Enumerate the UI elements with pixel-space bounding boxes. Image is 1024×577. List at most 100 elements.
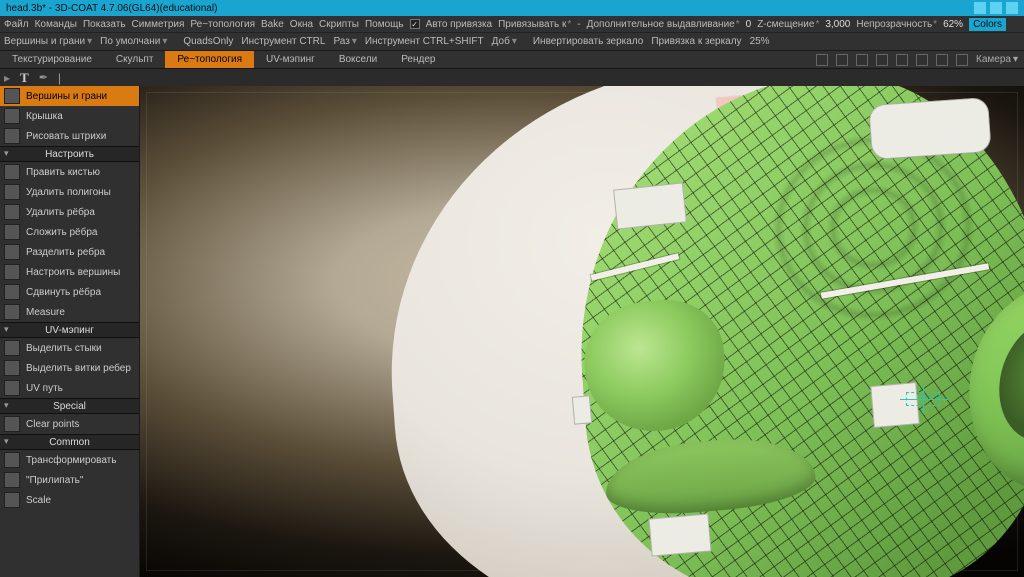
close-button[interactable]: [1006, 2, 1018, 14]
head-model: [350, 86, 1024, 577]
tool-label: Трансформировать: [26, 455, 116, 466]
zoffset-value[interactable]: 3,000: [825, 19, 850, 30]
tool-brush-edit[interactable]: Править кистью: [0, 162, 139, 182]
curve-tool-icon[interactable]: ✒: [39, 71, 48, 84]
tool-label: Править кистью: [26, 167, 100, 178]
mark-seams-icon: [4, 340, 20, 356]
autosnap-checkbox[interactable]: [410, 19, 420, 29]
maximize-button[interactable]: [990, 2, 1002, 14]
mode-vertsfaces-dropdown[interactable]: Вершины и грани: [4, 36, 92, 47]
section-common[interactable]: ▾Common: [0, 434, 139, 450]
preview-icon[interactable]: [936, 54, 948, 66]
menu-show[interactable]: Показать: [83, 19, 126, 30]
menu-symmetry[interactable]: Симметрия: [131, 19, 184, 30]
tab-render[interactable]: Рендер: [389, 51, 447, 68]
delete-polys-icon: [4, 184, 20, 200]
tool-edge-loops[interactable]: Выделить витки ребер: [0, 358, 139, 378]
snapto-dropdown[interactable]: Привязывать к: [498, 19, 571, 30]
menubar: Файл Команды Показать Симметрия Ре~топол…: [0, 16, 1024, 32]
tool-label: Удалить полигоны: [26, 187, 111, 198]
tool-label: Сдвинуть рёбра: [26, 287, 101, 298]
minimize-button[interactable]: [974, 2, 986, 14]
app-title: head.3b* - 3D-COAT 4.7.06(GL64)(educatio…: [6, 3, 217, 14]
tool-cap[interactable]: Крышка: [0, 106, 139, 126]
light-icon[interactable]: [916, 54, 928, 66]
extra-extrude-value[interactable]: 0: [746, 19, 752, 30]
section-label: Special: [53, 401, 86, 412]
tab-retopo[interactable]: Ре~топология: [165, 51, 254, 68]
tool-measure[interactable]: Measure: [0, 302, 139, 322]
brush-edit-icon: [4, 164, 20, 180]
scale-icon: [4, 492, 20, 508]
camera-dropdown[interactable]: Камера: [976, 54, 1018, 65]
section-label: Настроить: [45, 149, 94, 160]
tool-ctrlshift-dropdown[interactable]: Доб: [492, 36, 517, 47]
section-label: Common: [49, 437, 90, 448]
tool-delete-polys[interactable]: Удалить полигоны: [0, 182, 139, 202]
viewport-cursor-icon: [906, 392, 940, 406]
section-uv[interactable]: ▾UV-мэпинг: [0, 322, 139, 338]
menu-file[interactable]: Файл: [4, 19, 29, 30]
tool-label: Разделить ребра: [26, 247, 105, 258]
wireframe-icon[interactable]: [856, 54, 868, 66]
tool-slide-edges[interactable]: Сдвинуть рёбра: [0, 282, 139, 302]
opacity-value[interactable]: 62%: [943, 19, 963, 30]
tool-snap[interactable]: "Прилипать": [0, 470, 139, 490]
grid-icon[interactable]: [836, 54, 848, 66]
mirror-snap-value[interactable]: 25%: [750, 36, 770, 47]
symmetry-icon[interactable]: [876, 54, 888, 66]
tool-delete-edges[interactable]: Удалить рёбра: [0, 202, 139, 222]
tab-texturing[interactable]: Текстурирование: [0, 51, 104, 68]
axis-icon[interactable]: [816, 54, 828, 66]
tool-scale[interactable]: Scale: [0, 490, 139, 510]
menu-commands[interactable]: Команды: [35, 19, 77, 30]
slide-edges-icon: [4, 284, 20, 300]
tool-tweak-verts[interactable]: Настроить вершины: [0, 262, 139, 282]
dash-label: -: [577, 19, 580, 30]
tool-mark-seams[interactable]: Выделить стыки: [0, 338, 139, 358]
tool-ctrl-dropdown[interactable]: Раз: [333, 36, 356, 47]
extra-extrude-label: Дополнительное выдавливание: [587, 19, 740, 30]
menu-bake[interactable]: Bake: [261, 19, 284, 30]
mirror-snap-label: Привязка к зеркалу: [651, 36, 741, 47]
tool-label: Сложить рёбра: [26, 227, 97, 238]
section-adjust[interactable]: ▾Настроить: [0, 146, 139, 162]
verts-faces-icon: [4, 88, 20, 104]
menu-help[interactable]: Помощь: [365, 19, 404, 30]
menu-scripts[interactable]: Скрипты: [319, 19, 359, 30]
tool-uv-path[interactable]: UV путь: [0, 378, 139, 398]
tool-collapse-edges[interactable]: Сложить рёбра: [0, 222, 139, 242]
tool-transform[interactable]: Трансформировать: [0, 450, 139, 470]
shelf-bar: ▸ T ✒ |: [0, 68, 1024, 86]
ortho-icon[interactable]: [896, 54, 908, 66]
tweak-verts-icon: [4, 264, 20, 280]
tool-label: Scale: [26, 495, 51, 506]
colors-button[interactable]: Colors: [969, 18, 1006, 31]
tab-voxels[interactable]: Воксели: [327, 51, 389, 68]
quadsonly-label: QuadsOnly: [183, 36, 233, 47]
viewport-3d[interactable]: [140, 86, 1024, 577]
tool-clear-points[interactable]: Clear points: [0, 414, 139, 434]
transform-icon: [4, 452, 20, 468]
section-label: UV-мэпинг: [45, 325, 94, 336]
tab-sculpt[interactable]: Скульпт: [104, 51, 166, 68]
tool-verts-faces[interactable]: Вершины и грани: [0, 86, 139, 106]
menu-windows[interactable]: Окна: [290, 19, 313, 30]
collapse-edges-icon: [4, 224, 20, 240]
tab-uvmap[interactable]: UV-мэпинг: [254, 51, 327, 68]
tool-label: Measure: [26, 307, 65, 318]
options-bar: Вершины и грани По умолчани QuadsOnly Ин…: [0, 32, 1024, 50]
tool-label: Удалить рёбра: [26, 207, 95, 218]
tool-split-edges[interactable]: Разделить ребра: [0, 242, 139, 262]
shelf-chevron-icon[interactable]: ▸: [4, 71, 10, 85]
menu-retopo[interactable]: Ре~топология: [190, 19, 255, 30]
tool-strokes[interactable]: Рисовать штрихи: [0, 126, 139, 146]
opacity-label: Непрозрачность: [856, 19, 937, 30]
shadow-icon[interactable]: [956, 54, 968, 66]
text-tool-icon[interactable]: T: [20, 70, 29, 86]
tool-sidebar: Вершины и грани Крышка Рисовать штрихи ▾…: [0, 86, 140, 577]
mode-default-dropdown[interactable]: По умолчани: [100, 36, 167, 47]
section-special[interactable]: ▾Special: [0, 398, 139, 414]
autosnap-label: Авто привязка: [426, 19, 493, 30]
tool-label: Выделить стыки: [26, 343, 102, 354]
